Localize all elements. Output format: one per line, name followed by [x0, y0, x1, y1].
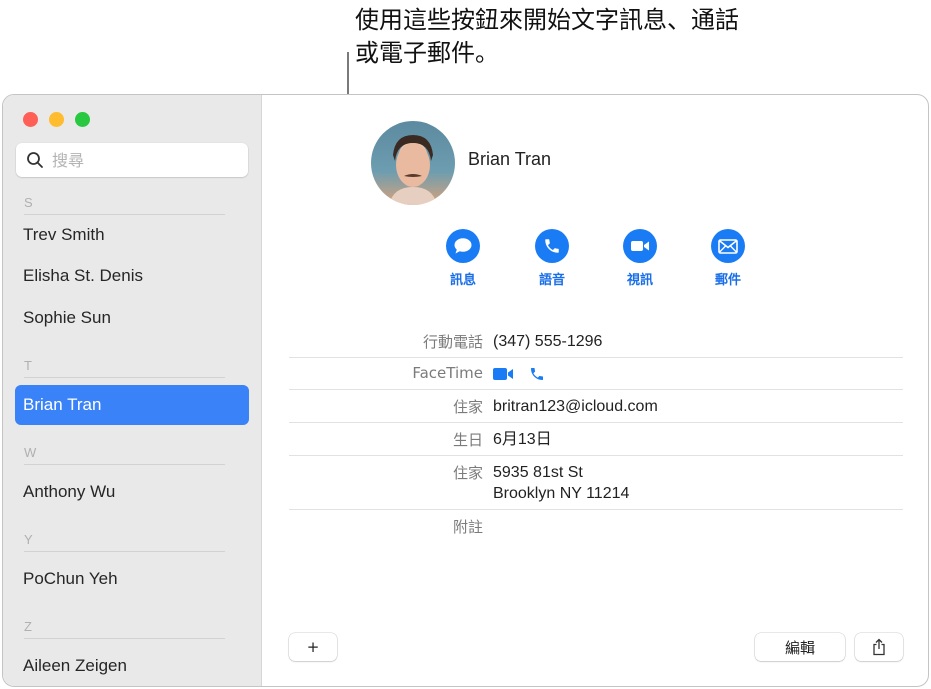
edit-button[interactable]: 編輯 — [755, 633, 845, 661]
address-city: Brooklyn NY 11214 — [493, 485, 630, 502]
voice-label: 語音 — [538, 273, 565, 288]
field-notes[interactable]: 附註 — [289, 510, 903, 543]
contact-item[interactable]: PoChun Yeh — [15, 559, 249, 599]
mail-label: 郵件 — [714, 273, 741, 288]
avatar[interactable] — [371, 121, 455, 205]
field-label: 行動電話 — [422, 333, 483, 351]
zoom-button[interactable] — [75, 112, 90, 127]
contacts-window: S Trev Smith Elisha St. Denis Sophie Sun… — [2, 94, 929, 687]
callout-line1: 使用這些按鈕來開始文字訊息、通話 — [355, 6, 739, 34]
voice-call-button[interactable]: 語音 — [522, 229, 582, 288]
contact-item[interactable]: Elisha St. Denis — [15, 256, 249, 296]
field-label: 住家 — [452, 464, 483, 482]
address-value[interactable]: 5935 81st St Brooklyn NY 11214 — [493, 462, 629, 504]
add-contact-button[interactable]: + — [289, 633, 337, 661]
facetime-video-icon[interactable] — [493, 367, 515, 381]
avatar-photo — [389, 135, 437, 205]
contact-detail: Brian Tran 訊息 語音 視訊 郵件 行動電話 (347) 555-12… — [263, 95, 928, 686]
facetime-actions — [493, 366, 545, 382]
share-button[interactable] — [855, 633, 903, 661]
search-field[interactable] — [16, 143, 248, 177]
mail-button[interactable]: 郵件 — [698, 229, 758, 288]
field-label: FaceTime — [412, 364, 483, 382]
search-input[interactable] — [52, 150, 232, 170]
email-address[interactable]: britran123@icloud.com — [493, 396, 658, 417]
birthday-value: 6月13日 — [493, 431, 552, 448]
close-button[interactable] — [23, 112, 38, 127]
field-address: 住家 5935 81st St Brooklyn NY 11214 — [289, 456, 903, 510]
field-email: 住家 britran123@icloud.com — [289, 390, 903, 423]
message-label: 訊息 — [449, 273, 476, 288]
search-icon — [27, 152, 43, 168]
contact-name: Brian Tran — [468, 149, 552, 169]
section-header-t: T — [24, 358, 225, 378]
field-birthday: 生日 6月13日 — [289, 423, 903, 456]
message-button[interactable]: 訊息 — [433, 229, 493, 288]
section-header-z: Z — [24, 619, 225, 639]
field-label: 住家 — [452, 398, 483, 416]
callout-line2: 或電子郵件。 — [355, 39, 499, 67]
video-icon — [631, 241, 649, 251]
contact-item[interactable]: Anthony Wu — [15, 472, 249, 512]
sidebar: S Trev Smith Elisha St. Denis Sophie Sun… — [3, 95, 262, 686]
facetime-audio-icon[interactable] — [529, 366, 545, 382]
video-label: 視訊 — [626, 273, 653, 288]
share-icon — [873, 638, 885, 656]
mail-icon — [718, 238, 738, 254]
field-label: 附註 — [452, 518, 483, 536]
phone-icon — [545, 239, 559, 253]
contact-item-selected[interactable]: Brian Tran — [15, 385, 249, 425]
minimize-button[interactable] — [49, 112, 64, 127]
section-header-y: Y — [24, 532, 225, 552]
message-icon — [454, 238, 472, 254]
address-street: 5935 81st St — [493, 464, 583, 481]
contact-item[interactable]: Sophie Sun — [15, 298, 249, 338]
section-header-w: W — [24, 445, 225, 465]
field-label: 生日 — [452, 431, 483, 449]
contact-item[interactable]: Aileen Zeigen — [15, 646, 249, 686]
contact-item[interactable]: Trev Smith — [15, 215, 249, 255]
callout-annotation: 使用這些按鈕來開始文字訊息、通話 或電子郵件。 — [355, 4, 825, 70]
phone-number[interactable]: (347) 555-1296 — [493, 331, 602, 352]
video-call-button[interactable]: 視訊 — [610, 229, 670, 288]
field-mobile: 行動電話 (347) 555-1296 — [289, 325, 903, 358]
section-header-s: S — [24, 195, 225, 215]
field-facetime: FaceTime — [289, 358, 903, 390]
